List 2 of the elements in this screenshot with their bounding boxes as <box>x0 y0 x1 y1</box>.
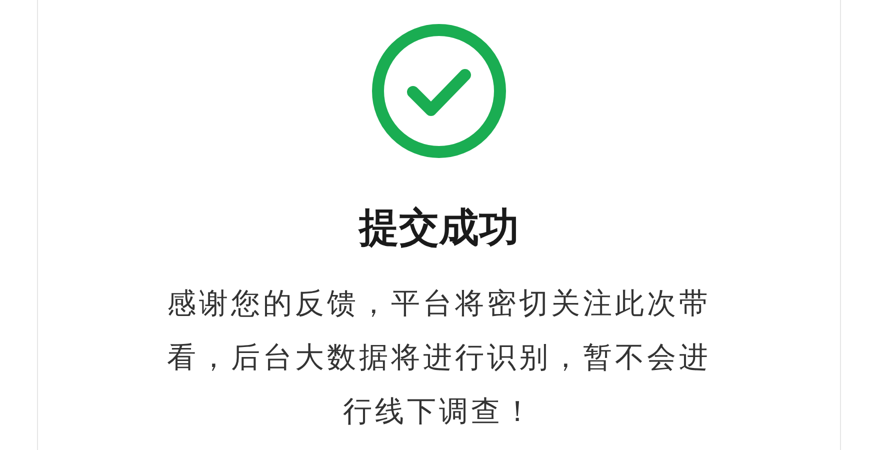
success-title: 提交成功 <box>359 204 519 253</box>
feedback-message: 感谢您的反馈，平台将密切关注此次带看，后台大数据将进行识别，暂不会进行线下调查！ <box>166 285 712 430</box>
